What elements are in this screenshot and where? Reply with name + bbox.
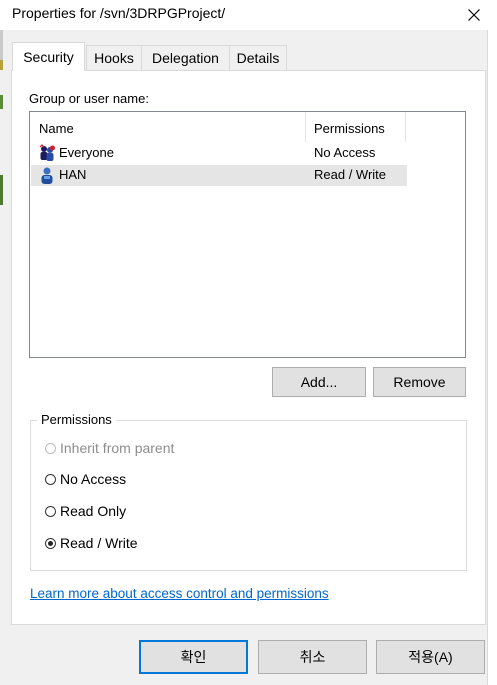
tab-hooks[interactable]: Hooks (86, 45, 142, 70)
row-name: Everyone (59, 145, 114, 160)
tab-label: Delegation (152, 50, 219, 66)
tab-label: Details (236, 50, 280, 66)
learn-more-link[interactable]: Learn more about access control and perm… (30, 586, 329, 601)
radio-circle (45, 443, 56, 454)
tab-security[interactable]: Security (12, 42, 85, 71)
tab-label: Hooks (94, 50, 134, 66)
close-button[interactable] (451, 0, 497, 30)
column-header-name[interactable]: Name (30, 112, 306, 142)
close-icon (468, 9, 480, 21)
tab-delegation[interactable]: Delegation (141, 45, 230, 70)
radio-label: Inherit from parent (60, 440, 175, 456)
radio-circle (45, 506, 56, 517)
radio-label: No Access (60, 471, 127, 487)
list-item-everyone[interactable]: Everyone No Access (31, 143, 407, 164)
column-header-permissions[interactable]: Permissions (306, 112, 406, 142)
background-window-edge (487, 30, 497, 685)
permissions-group-label: Permissions (37, 412, 116, 427)
row-name: HAN (59, 167, 87, 182)
apply-button[interactable]: 적용(A) (376, 640, 485, 674)
background-window-edge (0, 60, 3, 70)
background-window-edge (0, 175, 3, 205)
radio-label: Read / Write (60, 535, 138, 551)
row-permission: No Access (314, 145, 376, 160)
user-icon (38, 166, 57, 185)
radio-selected-dot (48, 541, 53, 546)
radio-circle (45, 538, 56, 549)
radio-circle (45, 474, 56, 485)
group-or-user-label: Group or user name: (29, 91, 149, 106)
remove-button[interactable]: Remove (373, 367, 466, 397)
title-bar: Properties for /svn/3DRPGProject/ (0, 0, 497, 30)
background-window-edge (0, 30, 3, 60)
tab-label: Security (23, 49, 74, 65)
user-list[interactable]: Name Permissions Everyone No Access HAN (29, 111, 466, 358)
list-item-han[interactable]: HAN Read / Write (31, 165, 407, 186)
group-icon (38, 144, 57, 163)
row-permission: Read / Write (314, 167, 387, 182)
radio-label: Read Only (60, 503, 127, 519)
add-button[interactable]: Add... (272, 367, 366, 397)
cancel-button[interactable]: 취소 (258, 640, 367, 674)
window-title: Properties for /svn/3DRPGProject/ (12, 5, 226, 21)
list-header: Name Permissions (30, 112, 465, 142)
tab-details[interactable]: Details (229, 45, 287, 70)
background-window-edge (0, 95, 3, 109)
ok-button[interactable]: 확인 (139, 640, 248, 674)
